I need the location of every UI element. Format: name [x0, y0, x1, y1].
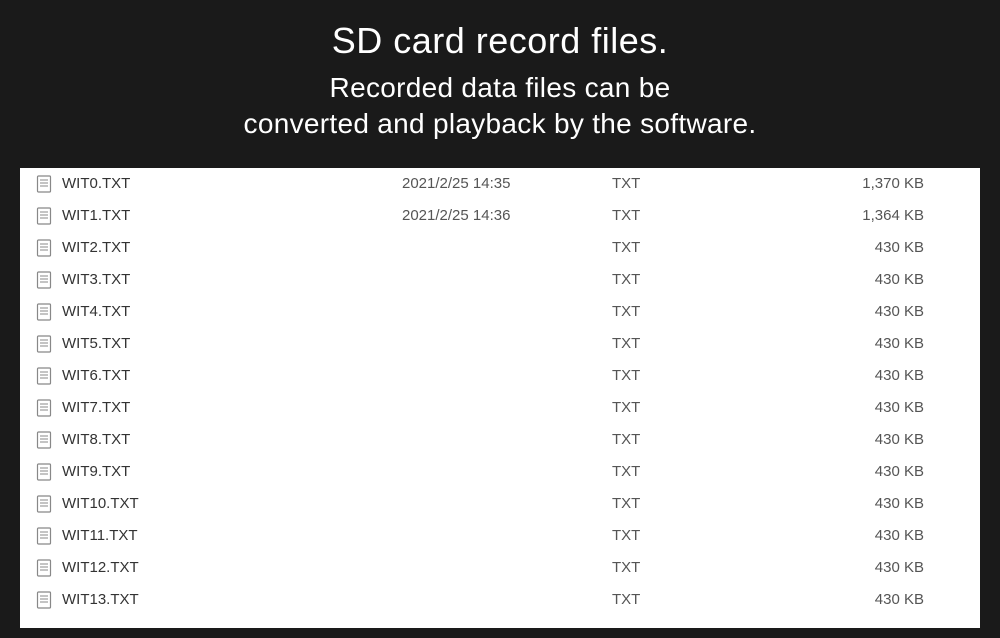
file-row[interactable]: WIT5.TXT TXT430 KB [20, 328, 980, 360]
file-type: TXT [612, 303, 752, 320]
file-type: TXT [612, 367, 752, 384]
file-type: TXT [612, 399, 752, 416]
file-name: WIT5.TXT [62, 335, 402, 352]
file-name: WIT6.TXT [62, 367, 402, 384]
file-name: WIT11.TXT [62, 527, 402, 544]
file-type: TXT [612, 527, 752, 544]
file-row[interactable]: WIT3.TXT TXT430 KB [20, 264, 980, 296]
file-name: WIT2.TXT [62, 239, 402, 256]
file-name: WIT0.TXT [62, 175, 402, 192]
file-icon [36, 239, 52, 257]
file-row[interactable]: WIT13.TXT TXT430 KB [20, 584, 980, 616]
file-row[interactable]: WIT10.TXT TXT430 KB [20, 488, 980, 520]
file-row[interactable]: WIT9.TXT TXT430 KB [20, 456, 980, 488]
file-size: 430 KB [752, 335, 964, 352]
file-size: 430 KB [752, 527, 964, 544]
file-icon [36, 463, 52, 481]
page-title: SD card record files. [40, 20, 960, 62]
file-icon [36, 367, 52, 385]
file-icon [36, 591, 52, 609]
file-name: WIT12.TXT [62, 559, 402, 576]
file-name: WIT8.TXT [62, 431, 402, 448]
file-row[interactable]: WIT4.TXT TXT430 KB [20, 296, 980, 328]
file-size: 430 KB [752, 559, 964, 576]
file-type: TXT [612, 207, 752, 224]
file-size: 430 KB [752, 431, 964, 448]
header: SD card record files. Recorded data file… [0, 0, 1000, 168]
file-type: TXT [612, 335, 752, 352]
subtitle-line-2: converted and playback by the software. [244, 108, 757, 139]
file-size: 1,370 KB [752, 175, 964, 192]
file-name: WIT13.TXT [62, 591, 402, 608]
file-name: WIT7.TXT [62, 399, 402, 416]
file-size: 430 KB [752, 591, 964, 608]
file-icon [36, 175, 52, 193]
file-row[interactable]: WIT7.TXT TXT430 KB [20, 392, 980, 424]
file-type: TXT [612, 431, 752, 448]
file-type: TXT [612, 271, 752, 288]
file-name: WIT4.TXT [62, 303, 402, 320]
file-type: TXT [612, 239, 752, 256]
file-size: 430 KB [752, 239, 964, 256]
file-icon [36, 303, 52, 321]
file-name: WIT9.TXT [62, 463, 402, 480]
file-size: 430 KB [752, 303, 964, 320]
file-icon [36, 559, 52, 577]
file-icon [36, 431, 52, 449]
file-icon [36, 495, 52, 513]
file-list: WIT0.TXT2021/2/25 14:35TXT1,370 KB WIT1.… [20, 168, 980, 616]
file-row[interactable]: WIT2.TXT TXT430 KB [20, 232, 980, 264]
file-name: WIT1.TXT [62, 207, 402, 224]
file-row[interactable]: WIT11.TXT TXT430 KB [20, 520, 980, 552]
file-icon [36, 335, 52, 353]
file-row[interactable]: WIT6.TXT TXT430 KB [20, 360, 980, 392]
file-size: 430 KB [752, 495, 964, 512]
file-size: 430 KB [752, 271, 964, 288]
file-date: 2021/2/25 14:36 [402, 207, 612, 224]
file-row[interactable]: WIT1.TXT2021/2/25 14:36TXT1,364 KB [20, 200, 980, 232]
file-list-panel: WIT0.TXT2021/2/25 14:35TXT1,370 KB WIT1.… [20, 168, 980, 628]
subtitle-line-1: Recorded data files can be [330, 72, 671, 103]
page-subtitle: Recorded data files can be converted and… [40, 70, 960, 143]
file-icon [36, 399, 52, 417]
file-row[interactable]: WIT12.TXT TXT430 KB [20, 552, 980, 584]
file-type: TXT [612, 591, 752, 608]
file-name: WIT10.TXT [62, 495, 402, 512]
file-name: WIT3.TXT [62, 271, 402, 288]
file-date: 2021/2/25 14:35 [402, 175, 612, 192]
file-size: 430 KB [752, 399, 964, 416]
file-size: 430 KB [752, 463, 964, 480]
file-size: 430 KB [752, 367, 964, 384]
file-row[interactable]: WIT0.TXT2021/2/25 14:35TXT1,370 KB [20, 168, 980, 200]
file-type: TXT [612, 559, 752, 576]
file-icon [36, 271, 52, 289]
file-row[interactable]: WIT8.TXT TXT430 KB [20, 424, 980, 456]
file-type: TXT [612, 175, 752, 192]
file-size: 1,364 KB [752, 207, 964, 224]
file-type: TXT [612, 463, 752, 480]
file-type: TXT [612, 495, 752, 512]
file-icon [36, 207, 52, 225]
file-icon [36, 527, 52, 545]
